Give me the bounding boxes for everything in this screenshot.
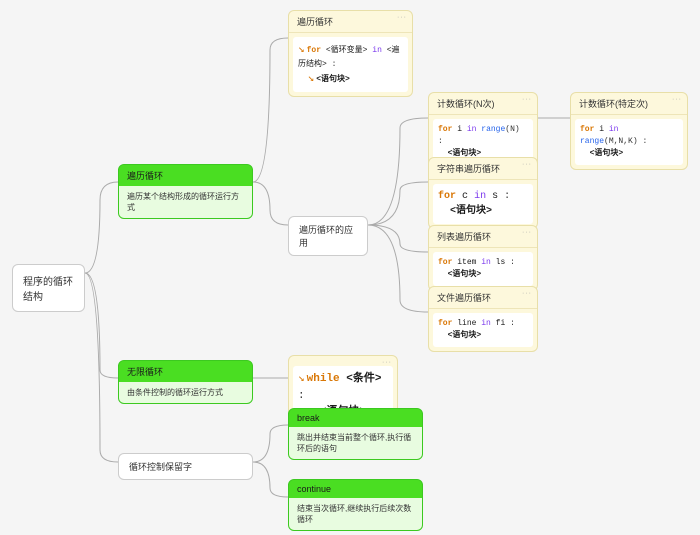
branch-subtitle: 遍历某个结构形成的循环运行方式 xyxy=(119,186,252,218)
code-block: for c in s : <语句块> xyxy=(433,184,533,224)
file-traverse-loop[interactable]: ··· 文件遍历循环 for line in fi : <语句块> xyxy=(428,286,538,352)
code-block: for item in ls : <语句块> xyxy=(433,252,533,286)
card-title: break xyxy=(289,409,422,427)
dots-icon: ··· xyxy=(382,359,392,366)
list-traverse-loop[interactable]: ··· 列表遍历循环 for item in ls : <语句块> xyxy=(428,225,538,291)
traverse-loop-apps[interactable]: 遍历循环的应用 xyxy=(288,216,368,256)
branch-control-keywords[interactable]: 循环控制保留字 xyxy=(118,453,253,480)
branch-traverse-loop[interactable]: 遍历循环 遍历某个结构形成的循环运行方式 xyxy=(118,164,253,219)
dots-icon: ··· xyxy=(397,14,407,21)
root-title: 程序的循环结构 xyxy=(23,277,73,303)
card-subtitle: 结束当次循环,继续执行后续次数循环 xyxy=(289,498,422,530)
keyword-continue[interactable]: continue 结束当次循环,继续执行后续次数循环 xyxy=(288,479,423,531)
branch-title: 无限循环 xyxy=(119,361,252,382)
root-node[interactable]: 程序的循环结构 xyxy=(12,264,85,312)
card-title: 字符串遍历循环 xyxy=(429,158,537,180)
dots-icon: ··· xyxy=(672,96,682,103)
dots-icon: ··· xyxy=(522,229,532,236)
label: 遍历循环的应用 xyxy=(299,225,353,248)
dots-icon: ··· xyxy=(522,161,532,168)
branch-title: 遍历循环 xyxy=(119,165,252,186)
code-block: ↘for <循环变量> in <遍历结构> : ↘<语句块> xyxy=(293,37,408,92)
label: 循环控制保留字 xyxy=(129,462,192,472)
code-block: for i in range(M,N,K) : <语句块> xyxy=(575,119,683,165)
branch-subtitle: 由条件控制的循环运行方式 xyxy=(119,382,252,403)
count-loop-specific[interactable]: ··· 计数循环(特定次) for i in range(M,N,K) : <语… xyxy=(570,92,688,170)
branch-infinite-loop[interactable]: 无限循环 由条件控制的循环运行方式 xyxy=(118,360,253,404)
dots-icon: ··· xyxy=(522,290,532,297)
code-block: for line in fi : <语句块> xyxy=(433,313,533,347)
card-title: 计数循环(特定次) xyxy=(571,93,687,115)
card-title: 遍历循环 xyxy=(289,11,412,33)
traverse-loop-syntax[interactable]: ··· 遍历循环 ↘for <循环变量> in <遍历结构> : ↘<语句块> xyxy=(288,10,413,97)
card-title: 计数循环(N次) xyxy=(429,93,537,115)
card-title: continue xyxy=(289,480,422,498)
dots-icon: ··· xyxy=(522,96,532,103)
card-title: 列表遍历循环 xyxy=(429,226,537,248)
card-subtitle: 跳出并结束当前整个循环,执行循环后的语句 xyxy=(289,427,422,459)
string-traverse-loop[interactable]: ··· 字符串遍历循环 for c in s : <语句块> xyxy=(428,157,538,229)
card-title: 文件遍历循环 xyxy=(429,287,537,309)
mindmap-canvas: 程序的循环结构 遍历循环 遍历某个结构形成的循环运行方式 ··· 遍历循环 ↘f… xyxy=(0,0,700,535)
keyword-break[interactable]: break 跳出并结束当前整个循环,执行循环后的语句 xyxy=(288,408,423,460)
